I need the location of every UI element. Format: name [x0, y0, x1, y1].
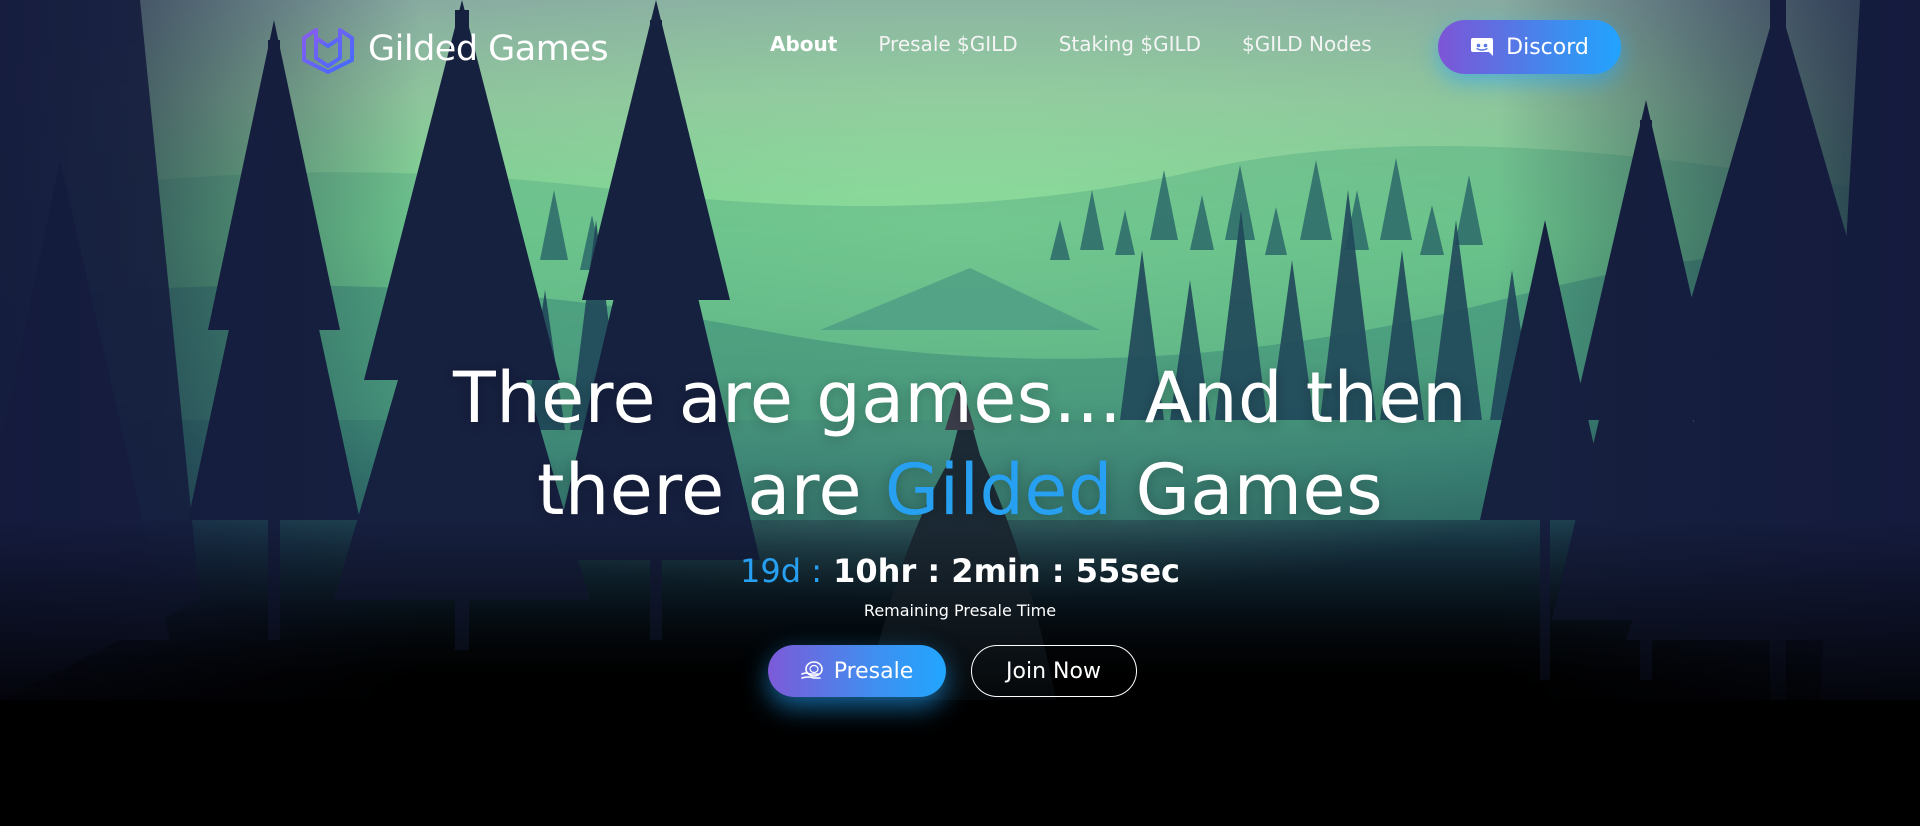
- join-now-label: Join Now: [1006, 658, 1101, 684]
- presale-button[interactable]: Presale: [767, 645, 946, 697]
- countdown-days: 19d :: [740, 552, 822, 590]
- nav-link-about[interactable]: About: [770, 32, 837, 56]
- nav-link-presale[interactable]: Presale $GILD: [878, 32, 1017, 56]
- coins-icon: [800, 661, 823, 679]
- countdown-caption: Remaining Presale Time: [863, 601, 1057, 620]
- hero-headline-line1: There are games... And then: [453, 357, 1467, 439]
- hero-cta-row: Presale Join Now: [0, 645, 1920, 697]
- countdown-time: 10hr : 2min : 55sec: [821, 552, 1180, 590]
- brand-name: Gilded Games: [368, 29, 609, 69]
- nav-link-staking[interactable]: Staking $GILD: [1059, 32, 1201, 56]
- hero-headline: There are games... And then there are Gi…: [0, 352, 1920, 536]
- top-navbar: Gilded Games About Presale $GILD Staking…: [0, 0, 1920, 94]
- hero-headline-line2-prefix: there are: [536, 449, 885, 531]
- hero-headline-line2-suffix: Games: [1112, 449, 1384, 531]
- brand-home-link[interactable]: Gilded Games: [300, 24, 609, 74]
- join-now-button[interactable]: Join Now: [970, 645, 1137, 697]
- gilded-games-logo-icon: [302, 28, 354, 74]
- discord-button[interactable]: Discord: [1438, 20, 1621, 74]
- presale-label: Presale: [833, 658, 914, 684]
- hero-headline-accent: Gilded: [884, 449, 1113, 531]
- presale-countdown: 19d : 10hr : 2min : 55sec: [0, 552, 1920, 590]
- discord-label: Discord: [1506, 34, 1589, 60]
- main-nav: About Presale $GILD Staking $GILD $GILD …: [770, 32, 1413, 56]
- landing-page: Gilded Games About Presale $GILD Staking…: [0, 0, 1920, 826]
- nav-link-nodes[interactable]: $GILD Nodes: [1242, 32, 1372, 56]
- discord-icon: [1471, 38, 1494, 56]
